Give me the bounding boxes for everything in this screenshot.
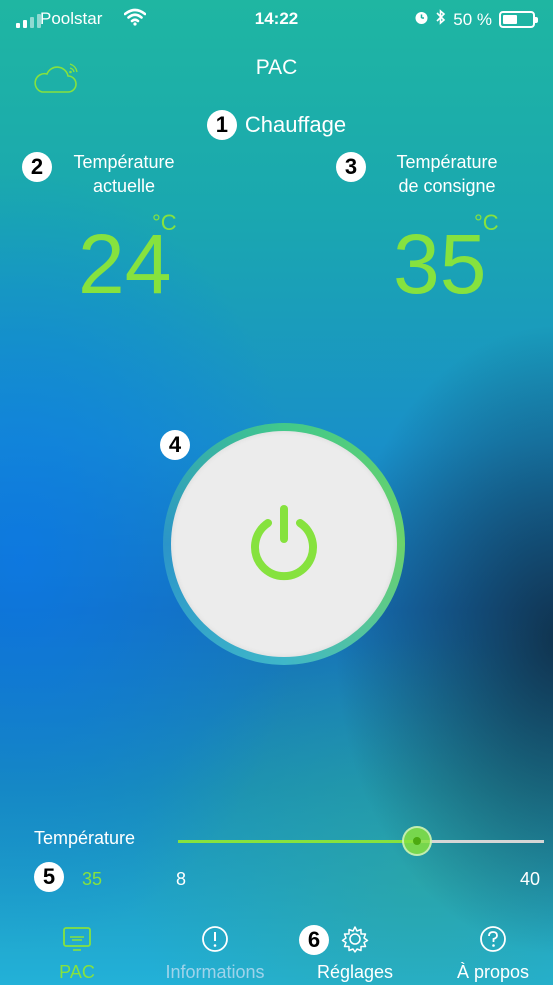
mode-display: 1 Chauffage [0,110,553,140]
slider-label: Température [34,828,136,848]
slider-min-value: 8 [176,869,187,889]
tab-pac-label: PAC [59,962,95,982]
tab-reglages-label: Réglages [316,962,394,982]
tab-a-propos-label: À propos [456,962,530,982]
mode-label: Chauffage [244,112,347,137]
power-icon [251,505,317,581]
annotation-badge-1: 1 [206,110,237,140]
target-temp-value: 35 [393,217,487,311]
power-button[interactable] [171,431,397,657]
temperature-slider-thumb[interactable] [402,826,432,856]
current-temp-label: Température actuelle [73,152,175,196]
annotation-badge-2: 2 [22,152,52,182]
bluetooth-icon [436,9,446,30]
temperature-slider-fill [178,840,417,843]
annotation-badge-3: 3 [336,152,366,182]
help-icon [480,926,506,952]
alarm-icon [414,10,429,30]
page-title: PAC [255,56,298,79]
gear-icon [341,926,369,953]
tab-a-propos[interactable]: À propos [440,925,546,983]
temperature-slider-track[interactable] [178,840,544,843]
tab-informations[interactable]: Informations [156,925,274,983]
info-icon [202,926,228,952]
heat-pump-icon [63,927,91,951]
battery-percent: 50 % [453,9,492,29]
tab-informations-label: Informations [165,962,265,982]
power-button-ring [163,423,405,665]
current-temp-value: 24 [78,217,172,311]
tab-pac[interactable]: PAC [44,925,110,983]
annotation-badge-5: 5 [34,862,64,892]
annotation-badge-4: 4 [160,430,190,460]
slider-max-value: 40 [520,869,541,889]
status-bar: Poolstar 14:22 50 % [0,0,553,40]
target-temp-label: Température de consigne [396,152,498,196]
tab-reglages[interactable]: Réglages [312,925,398,983]
battery-icon [499,11,538,28]
slider-current-value: 35 [82,869,103,889]
status-right: 50 % [414,9,538,30]
tab-bar: PAC Informations 6 Réglages À propos [0,925,553,985]
